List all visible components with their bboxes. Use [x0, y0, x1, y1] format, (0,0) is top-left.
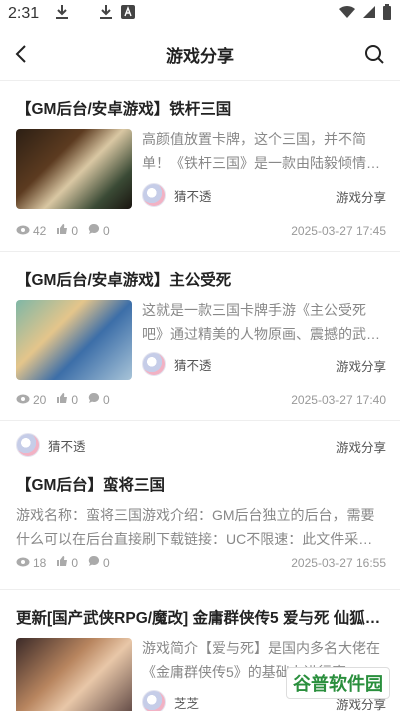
download-icon — [99, 4, 113, 25]
comments-stat[interactable]: 0 — [88, 392, 110, 407]
post-thumbnail[interactable] — [16, 129, 132, 209]
comment-icon — [88, 555, 100, 570]
author-name: 猜不透 — [174, 189, 212, 204]
post-card[interactable]: 【GM后台/安卓游戏】主公受死 这就是一款三国卡牌手游《主公受死吧》通过精美的人… — [0, 252, 400, 420]
post-thumbnail[interactable] — [16, 300, 132, 380]
page-title: 游戏分享 — [166, 46, 234, 66]
post-title[interactable]: 【GM后台】蛮将三国 — [16, 473, 386, 495]
views-stat: 18 — [16, 556, 46, 570]
eye-icon — [16, 224, 30, 238]
post-excerpt: 游戏名称：蛮将三国游戏介绍：GM后台独立的后台，需要什么可以在后台直接刷下载链接… — [16, 507, 375, 547]
comments-count: 0 — [103, 223, 110, 238]
post-title[interactable]: 【GM后台/安卓游戏】铁杆三国 — [16, 97, 386, 119]
app-notification-icon — [121, 4, 136, 24]
post-stats: 18 0 0 — [16, 555, 110, 570]
views-stat: 20 — [16, 393, 46, 407]
comments-stat[interactable]: 0 — [88, 555, 110, 570]
likes-stat[interactable]: 0 — [56, 223, 78, 238]
post-category[interactable]: 游戏分享 — [336, 437, 386, 456]
comments-count: 0 — [103, 392, 110, 407]
post-author[interactable]: 猜不透 — [16, 433, 86, 457]
post-author[interactable]: 猜不透 — [142, 183, 212, 207]
post-stats: 42 0 0 — [16, 223, 110, 238]
post-date: 2025-03-27 17:40 — [291, 393, 386, 407]
post-date: 2025-03-27 16:55 — [291, 556, 386, 570]
views-stat: 42 — [16, 224, 46, 238]
status-right — [338, 3, 392, 25]
author-name: 猜不透 — [48, 439, 86, 454]
post-stats: 20 0 0 — [16, 392, 110, 407]
post-category[interactable]: 游戏分享 — [336, 356, 386, 375]
likes-stat[interactable]: 0 — [56, 392, 78, 407]
post-category[interactable]: 游戏分享 — [336, 187, 386, 206]
comment-icon — [88, 392, 100, 407]
battery-icon — [382, 3, 392, 25]
author-name: 芝芝 — [174, 696, 200, 711]
views-count: 42 — [33, 223, 47, 238]
comments-stat[interactable]: 0 — [88, 223, 110, 238]
site-watermark: 谷普软件园 — [286, 667, 390, 699]
likes-count: 0 — [71, 392, 79, 407]
post-title[interactable]: 更新[国产武侠RPG/魔改] 金庸群侠传5 爱与死 仙狐… — [16, 606, 386, 628]
signal-icon — [362, 5, 376, 24]
thumbs-up-icon — [56, 555, 68, 570]
post-title[interactable]: 【GM后台/安卓游戏】主公受死 — [16, 268, 386, 290]
back-arrow-icon[interactable] — [10, 42, 34, 66]
avatar — [142, 352, 166, 376]
post-date: 2025-03-27 17:45 — [291, 224, 386, 238]
search-icon[interactable] — [362, 42, 386, 66]
post-card[interactable]: 【GM后台/安卓游戏】铁杆三国 高颜值放置卡牌，这个三国，并不简单！《铁杆三国》… — [0, 81, 400, 251]
views-count: 20 — [33, 392, 47, 407]
post-thumbnail[interactable] — [16, 638, 132, 711]
thumbs-up-icon — [56, 223, 68, 238]
comments-count: 0 — [103, 555, 110, 570]
post-card[interactable]: 猜不透 游戏分享 【GM后台】蛮将三国 游戏名称：蛮将三国游戏介绍：GM后台独立… — [0, 421, 400, 589]
post-author[interactable]: 猜不透 — [142, 352, 212, 376]
post-author[interactable]: 芝芝 — [142, 690, 199, 711]
likes-stat[interactable]: 0 — [56, 555, 78, 570]
author-name: 猜不透 — [174, 358, 212, 373]
post-excerpt: 这就是一款三国卡牌手游《主公受死吧》通过精美的人物原画、震撼的武… — [142, 302, 380, 342]
likes-count: 0 — [71, 223, 79, 238]
status-bar: 2:31 — [0, 0, 400, 28]
avatar — [142, 183, 166, 207]
wifi-icon — [338, 5, 356, 24]
comment-icon — [88, 223, 100, 238]
eye-icon — [16, 556, 30, 570]
avatar — [16, 433, 40, 457]
nav-bar: 游戏分享 — [0, 28, 400, 80]
likes-count: 0 — [71, 555, 79, 570]
download-icon — [55, 4, 69, 25]
post-excerpt: 高颜值放置卡牌，这个三国，并不简单！《铁杆三国》是一款由陆毅倾情… — [142, 131, 380, 171]
avatar — [142, 690, 166, 711]
eye-icon — [16, 393, 30, 407]
thumbs-up-icon — [56, 392, 68, 407]
status-time: 2:31 — [8, 5, 40, 22]
views-count: 18 — [33, 555, 47, 570]
